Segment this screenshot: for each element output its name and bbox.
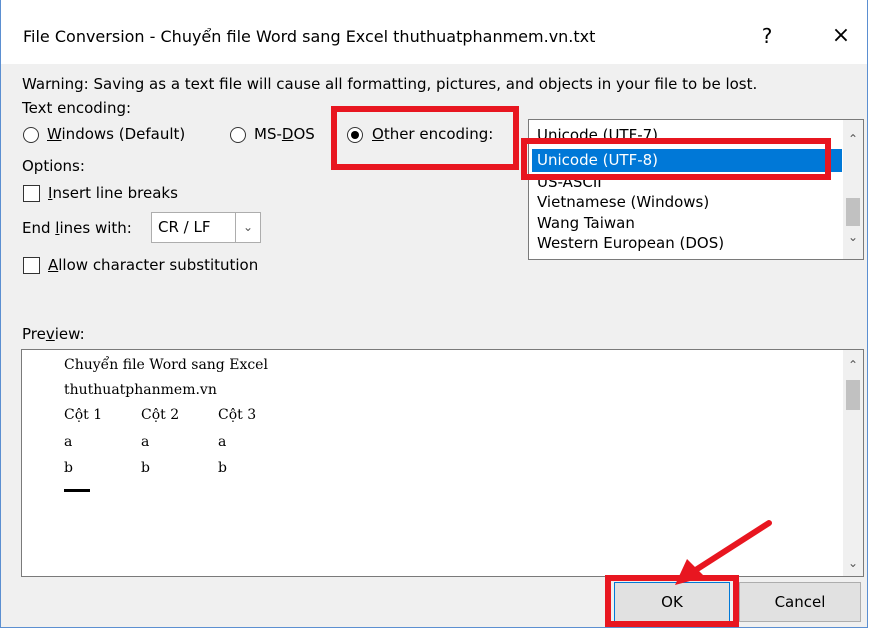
warning-text: Warning: Saving as a text file will caus… [22,75,758,93]
allow-substitution-checkbox[interactable] [23,257,40,274]
highlight-other-encoding [331,106,519,170]
encoding-option[interactable]: Wang Taiwan [537,214,635,232]
insert-line-breaks-label[interactable]: Insert line breaks [48,184,178,202]
ms-dos-label[interactable]: MS-DOS [254,125,315,143]
file-conversion-dialog: File Conversion - Chuyển file Word sang … [0,0,868,628]
preview-cell: a [64,434,73,450]
chevron-down-icon[interactable]: ⌄ [235,213,260,242]
preview-cell: b [218,460,227,476]
chevron-up-icon[interactable]: ⌃ [843,132,863,146]
preview-cell: b [141,460,150,476]
end-lines-value: CR / LF [158,218,211,236]
help-button[interactable]: ? [747,18,787,54]
highlight-utf8 [521,138,831,180]
preview-header-col1: Cột 1 [64,407,103,423]
scrollbar-thumb[interactable] [846,198,860,226]
preview-line-1: Chuyển file Word sang Excel [64,357,268,373]
title-bar: File Conversion - Chuyển file Word sang … [1,0,867,64]
preview-cell: b [64,460,73,476]
end-lines-select[interactable]: CR / LF ⌄ [151,212,261,243]
end-lines-label: End lines with: [22,219,132,237]
text-encoding-label: Text encoding: [22,99,132,117]
chevron-down-icon[interactable]: ⌄ [843,556,863,570]
dialog-title: File Conversion - Chuyển file Word sang … [23,27,596,46]
red-arrow-icon [675,520,772,585]
preview-line-2: thuthuatphanmem.vn [64,382,217,398]
encoding-scrollbar[interactable]: ⌃ ⌄ [843,120,863,259]
encoding-option[interactable]: Western European (DOS) [537,234,724,252]
ms-dos-radio[interactable] [230,127,246,143]
preview-scrollbar[interactable]: ⌃ ⌄ [843,350,863,576]
text-cursor [64,489,90,492]
close-button[interactable]: × [819,18,863,54]
windows-default-label-rest: indows (Default) [61,125,186,143]
windows-default-radio[interactable] [23,127,39,143]
preview-header-col2: Cột 2 [141,407,180,423]
scrollbar-thumb[interactable] [846,380,860,410]
insert-line-breaks-checkbox[interactable] [23,185,40,202]
preview-label: Preview: [22,325,85,343]
preview-header-col3: Cột 3 [218,407,257,423]
chevron-down-icon[interactable]: ⌄ [843,230,863,244]
encoding-option[interactable]: Vietnamese (Windows) [537,193,709,211]
preview-cell: a [141,434,150,450]
chevron-up-icon[interactable]: ⌃ [843,358,863,372]
allow-substitution-label[interactable]: Allow character substitution [48,256,258,274]
options-label: Options: [22,157,85,175]
windows-default-label[interactable]: Windows (Default) [47,125,185,143]
preview-cell: a [218,434,227,450]
